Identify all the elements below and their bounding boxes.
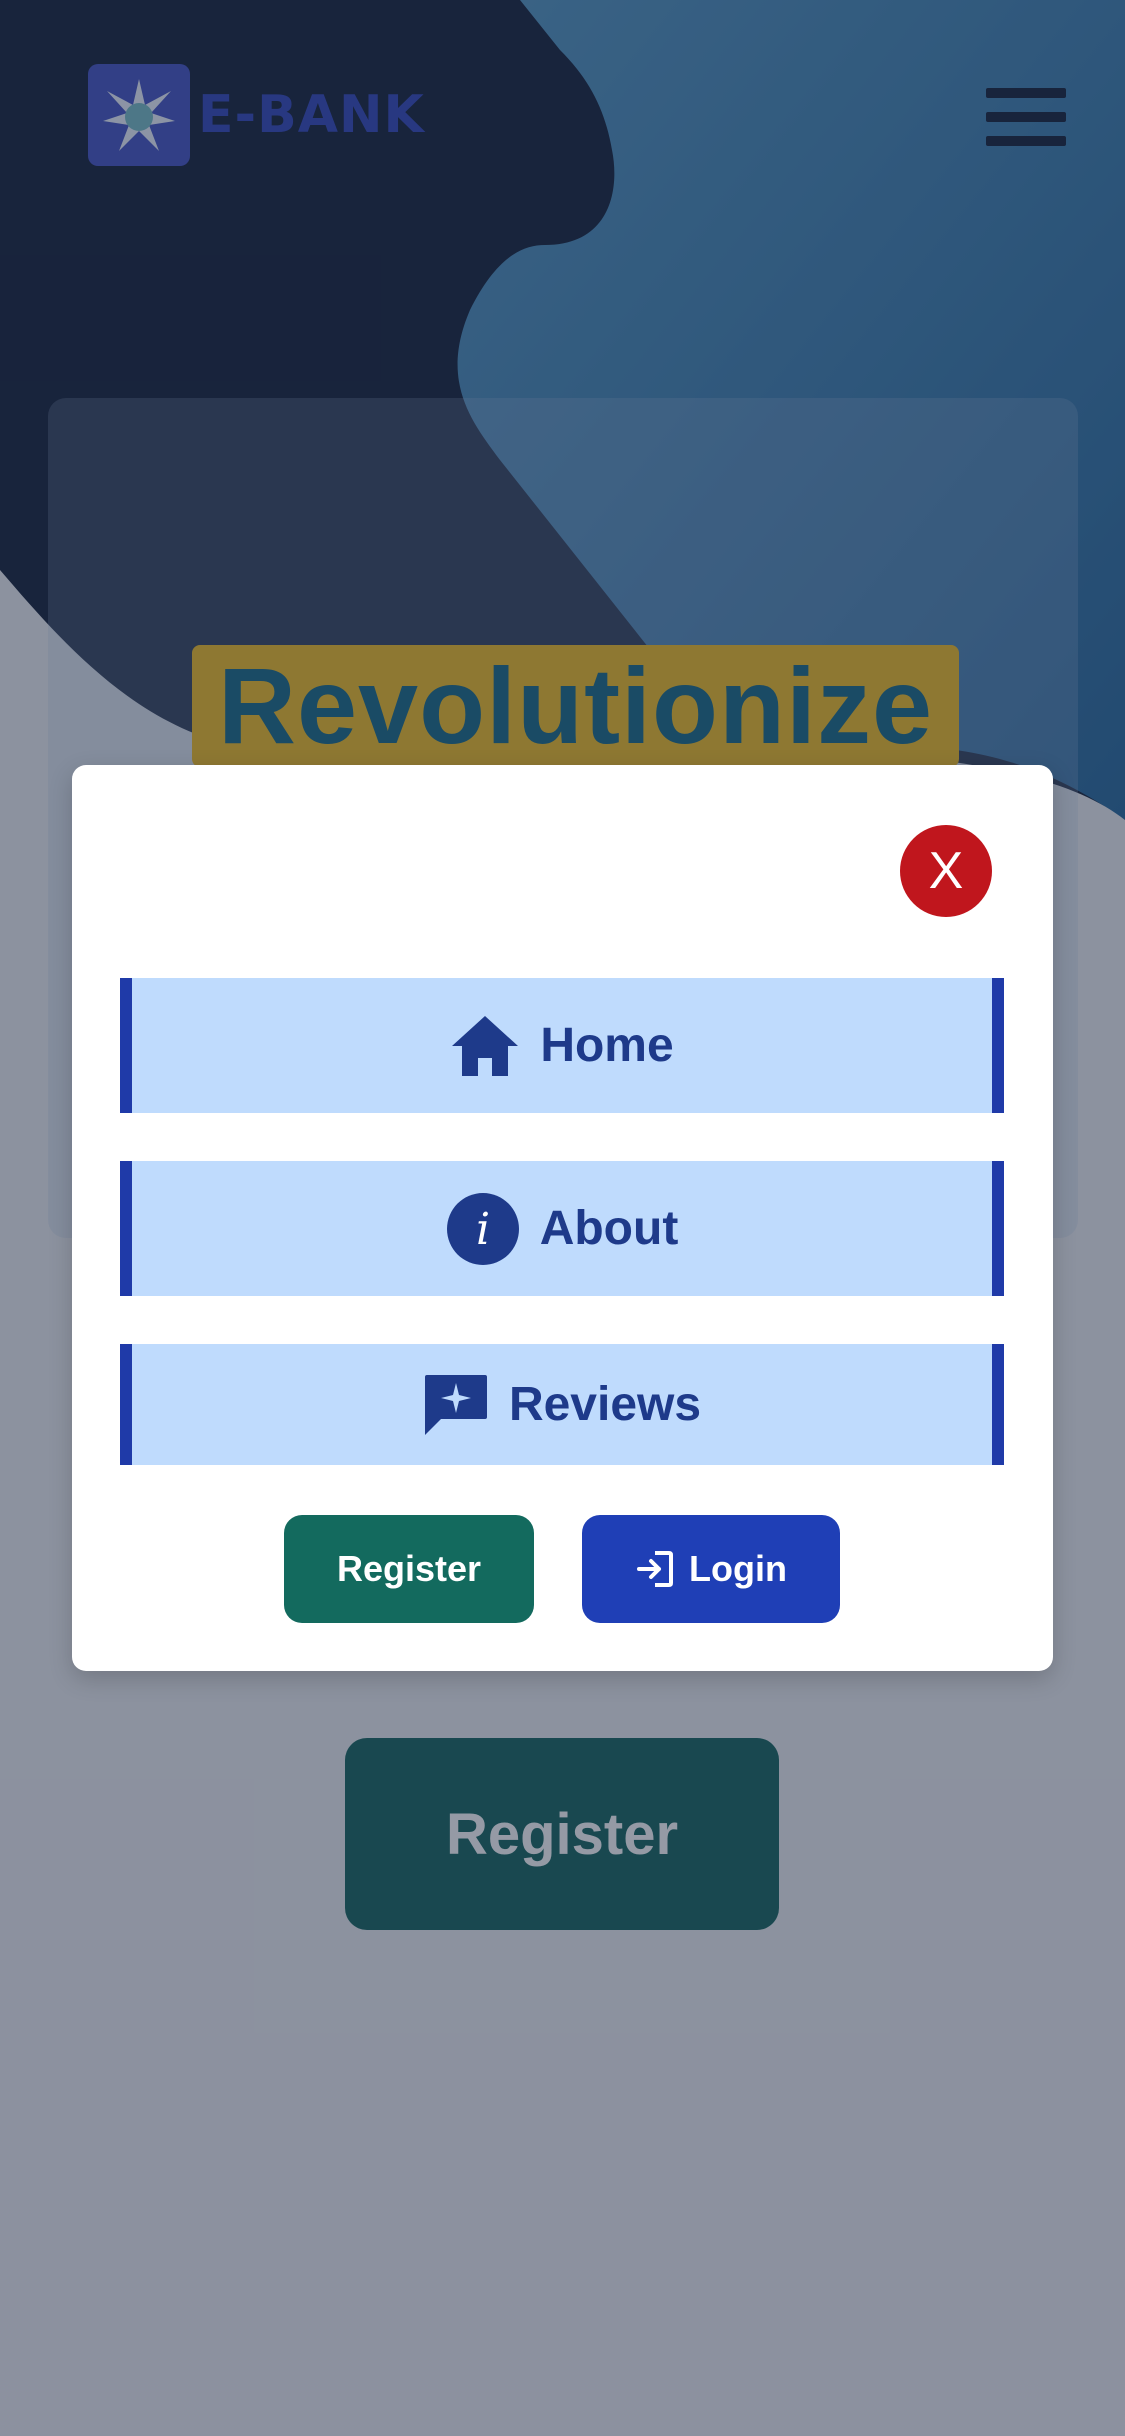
nav-item-label: Home	[540, 1019, 674, 1072]
login-label: Login	[689, 1548, 787, 1589]
reviews-icon	[424, 1374, 487, 1435]
register-button[interactable]: Register	[284, 1515, 534, 1623]
nav-item-home[interactable]: Home	[120, 978, 1004, 1113]
login-button[interactable]: Login	[582, 1515, 840, 1623]
navigation-modal: X Home i About Reviews Register Login	[72, 765, 1053, 1671]
nav-item-reviews[interactable]: Reviews	[120, 1344, 1004, 1465]
nav-item-label: Reviews	[508, 1378, 702, 1431]
nav-item-label: About	[539, 1202, 679, 1255]
info-icon: i	[446, 1192, 519, 1265]
home-icon	[452, 1015, 519, 1076]
nav-item-about[interactable]: i About	[120, 1161, 1004, 1296]
page: E-BANK Revolutionize Register X Home i A…	[0, 0, 1125, 2436]
close-icon: X	[928, 842, 964, 900]
svg-text:i: i	[476, 1204, 490, 1255]
login-icon	[637, 1551, 674, 1587]
close-button[interactable]: X	[900, 825, 992, 917]
